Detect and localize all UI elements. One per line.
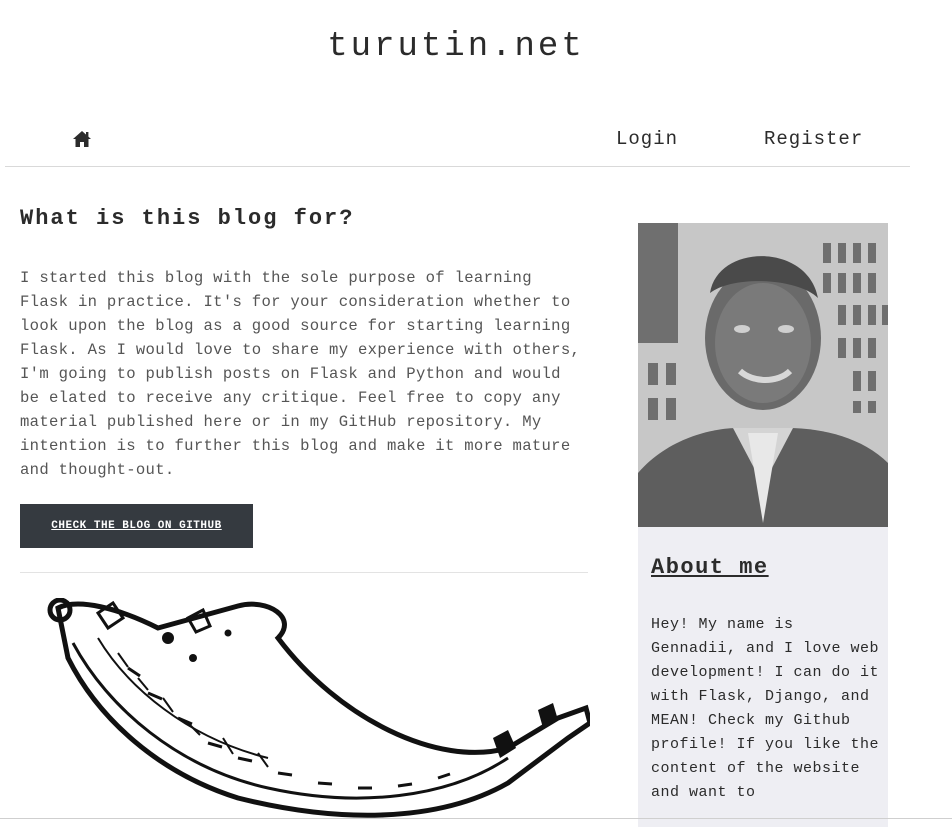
login-link[interactable]: Login <box>616 128 678 150</box>
about-me-title[interactable]: About me <box>651 555 769 580</box>
github-blog-button[interactable]: CHECK THE BLOG ON GITHUB <box>20 504 253 548</box>
flask-horn-illustration <box>47 598 590 818</box>
navbar: Login Register <box>5 116 910 167</box>
profile-photo <box>638 223 888 527</box>
viewport-bottom-edge <box>0 818 952 819</box>
divider <box>20 572 588 573</box>
sidebar: About me Hey! My name is Gennadii, and I… <box>638 223 888 827</box>
about-me-text: Hey! My name is Gennadii, and I love web… <box>651 616 880 801</box>
home-icon[interactable] <box>72 130 92 148</box>
post-body: I started this blog with the sole purpos… <box>20 269 581 479</box>
register-link[interactable]: Register <box>764 128 863 150</box>
site-title[interactable]: turutin.net <box>0 28 912 66</box>
main-content: What is this blog for? I started this bl… <box>20 196 590 818</box>
post-heading: What is this blog for? <box>20 206 355 231</box>
